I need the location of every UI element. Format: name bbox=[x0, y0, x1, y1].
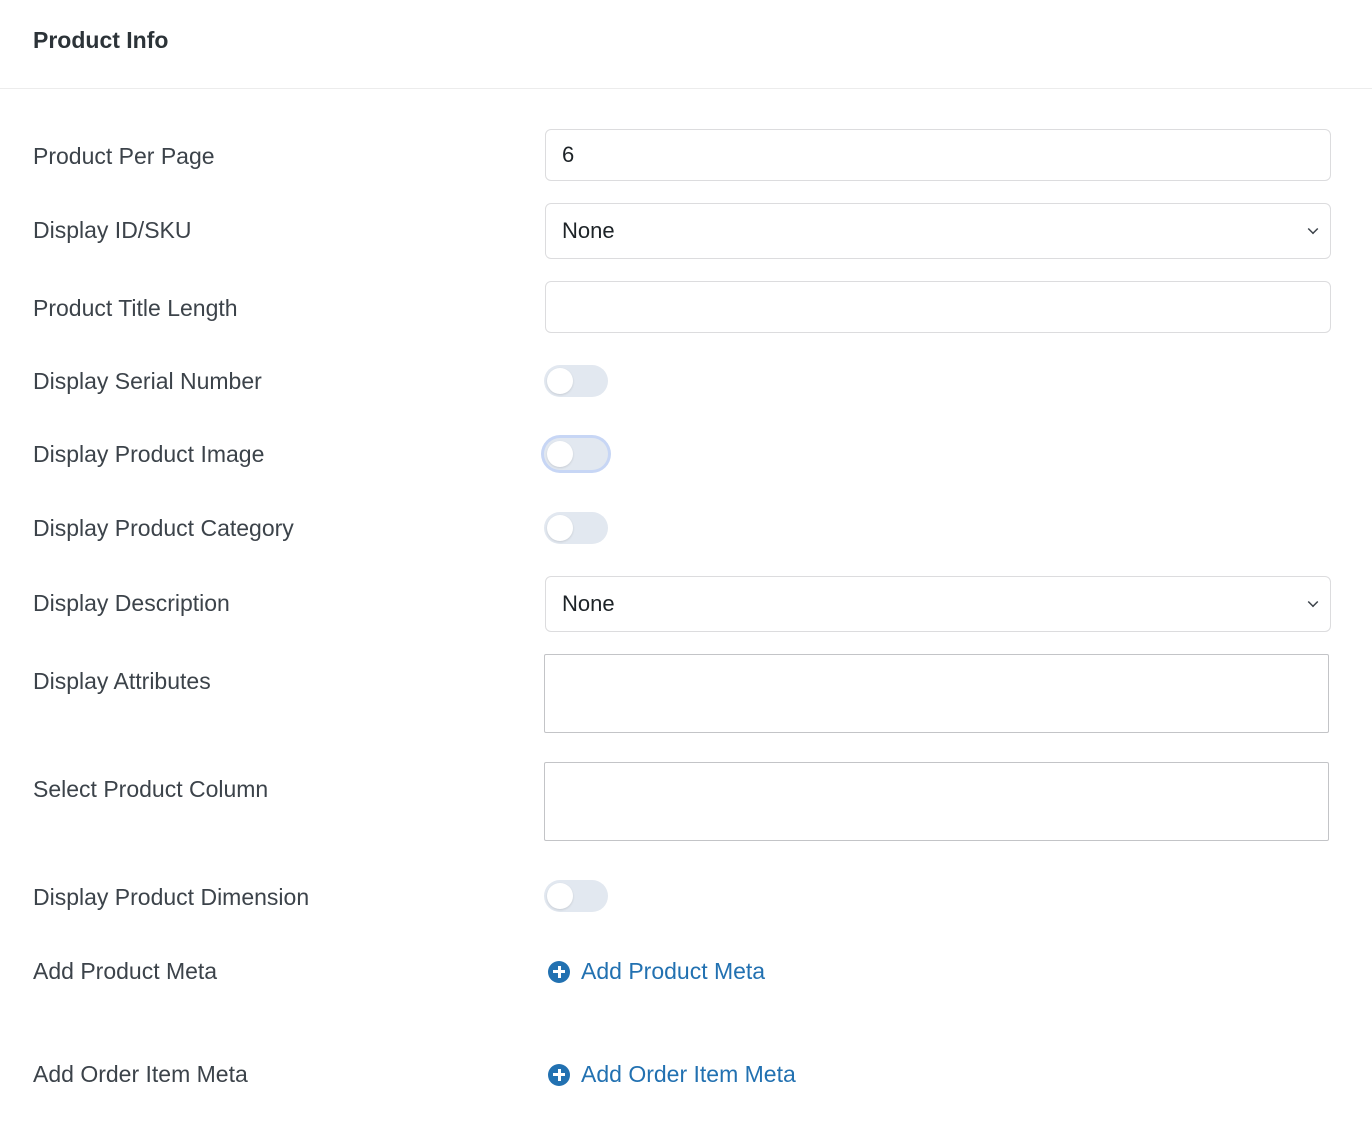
add-order-item-meta-label: Add Order Item Meta bbox=[33, 1061, 248, 1087]
display-attributes-label: Display Attributes bbox=[33, 668, 211, 694]
chevron-down-icon bbox=[1307, 223, 1319, 235]
display-id-sku-select[interactable]: None bbox=[545, 203, 1331, 259]
add-product-meta-link-label: Add Product Meta bbox=[581, 958, 766, 984]
product-title-length-label: Product Title Length bbox=[33, 295, 238, 321]
panel-title: Product Info bbox=[33, 27, 169, 53]
display-description-label: Display Description bbox=[33, 590, 230, 616]
add-order-item-meta-link-label: Add Order Item Meta bbox=[581, 1061, 796, 1087]
display-product-category-label: Display Product Category bbox=[33, 515, 294, 541]
display-serial-number-toggle[interactable] bbox=[544, 365, 608, 397]
display-id-sku-label: Display ID/SKU bbox=[33, 217, 192, 243]
toggle-knob bbox=[547, 441, 573, 467]
display-description-selected: None bbox=[562, 591, 615, 616]
display-product-dimension-toggle[interactable] bbox=[544, 880, 608, 912]
add-product-meta-label: Add Product Meta bbox=[33, 958, 218, 984]
display-attributes-multiselect[interactable] bbox=[544, 654, 1329, 733]
toggle-knob bbox=[547, 515, 573, 541]
display-id-sku-selected: None bbox=[562, 218, 615, 243]
display-product-category-toggle[interactable] bbox=[544, 512, 608, 544]
display-product-image-label: Display Product Image bbox=[33, 441, 265, 467]
add-order-item-meta-button[interactable]: Add Order Item Meta bbox=[548, 1061, 796, 1088]
add-product-meta-button[interactable]: Add Product Meta bbox=[548, 958, 765, 985]
display-product-image-toggle[interactable] bbox=[544, 438, 608, 470]
toggle-knob bbox=[547, 368, 573, 394]
display-description-select[interactable]: None bbox=[545, 576, 1331, 632]
product-per-page-value: 6 bbox=[562, 142, 575, 167]
product-per-page-label: Product Per Page bbox=[33, 143, 215, 169]
plus-circle-icon bbox=[548, 960, 570, 983]
product-title-length-input[interactable] bbox=[545, 281, 1331, 333]
display-product-dimension-label: Display Product Dimension bbox=[33, 884, 310, 910]
product-per-page-input[interactable]: 6 bbox=[545, 129, 1331, 181]
chevron-down-icon bbox=[1307, 596, 1319, 608]
panel-header: Product Info bbox=[0, 0, 1372, 89]
select-product-column-label: Select Product Column bbox=[33, 776, 269, 802]
toggle-knob bbox=[547, 883, 573, 909]
display-serial-number-label: Display Serial Number bbox=[33, 368, 262, 394]
select-product-column-multiselect[interactable] bbox=[544, 762, 1329, 841]
plus-circle-icon bbox=[548, 1063, 570, 1086]
